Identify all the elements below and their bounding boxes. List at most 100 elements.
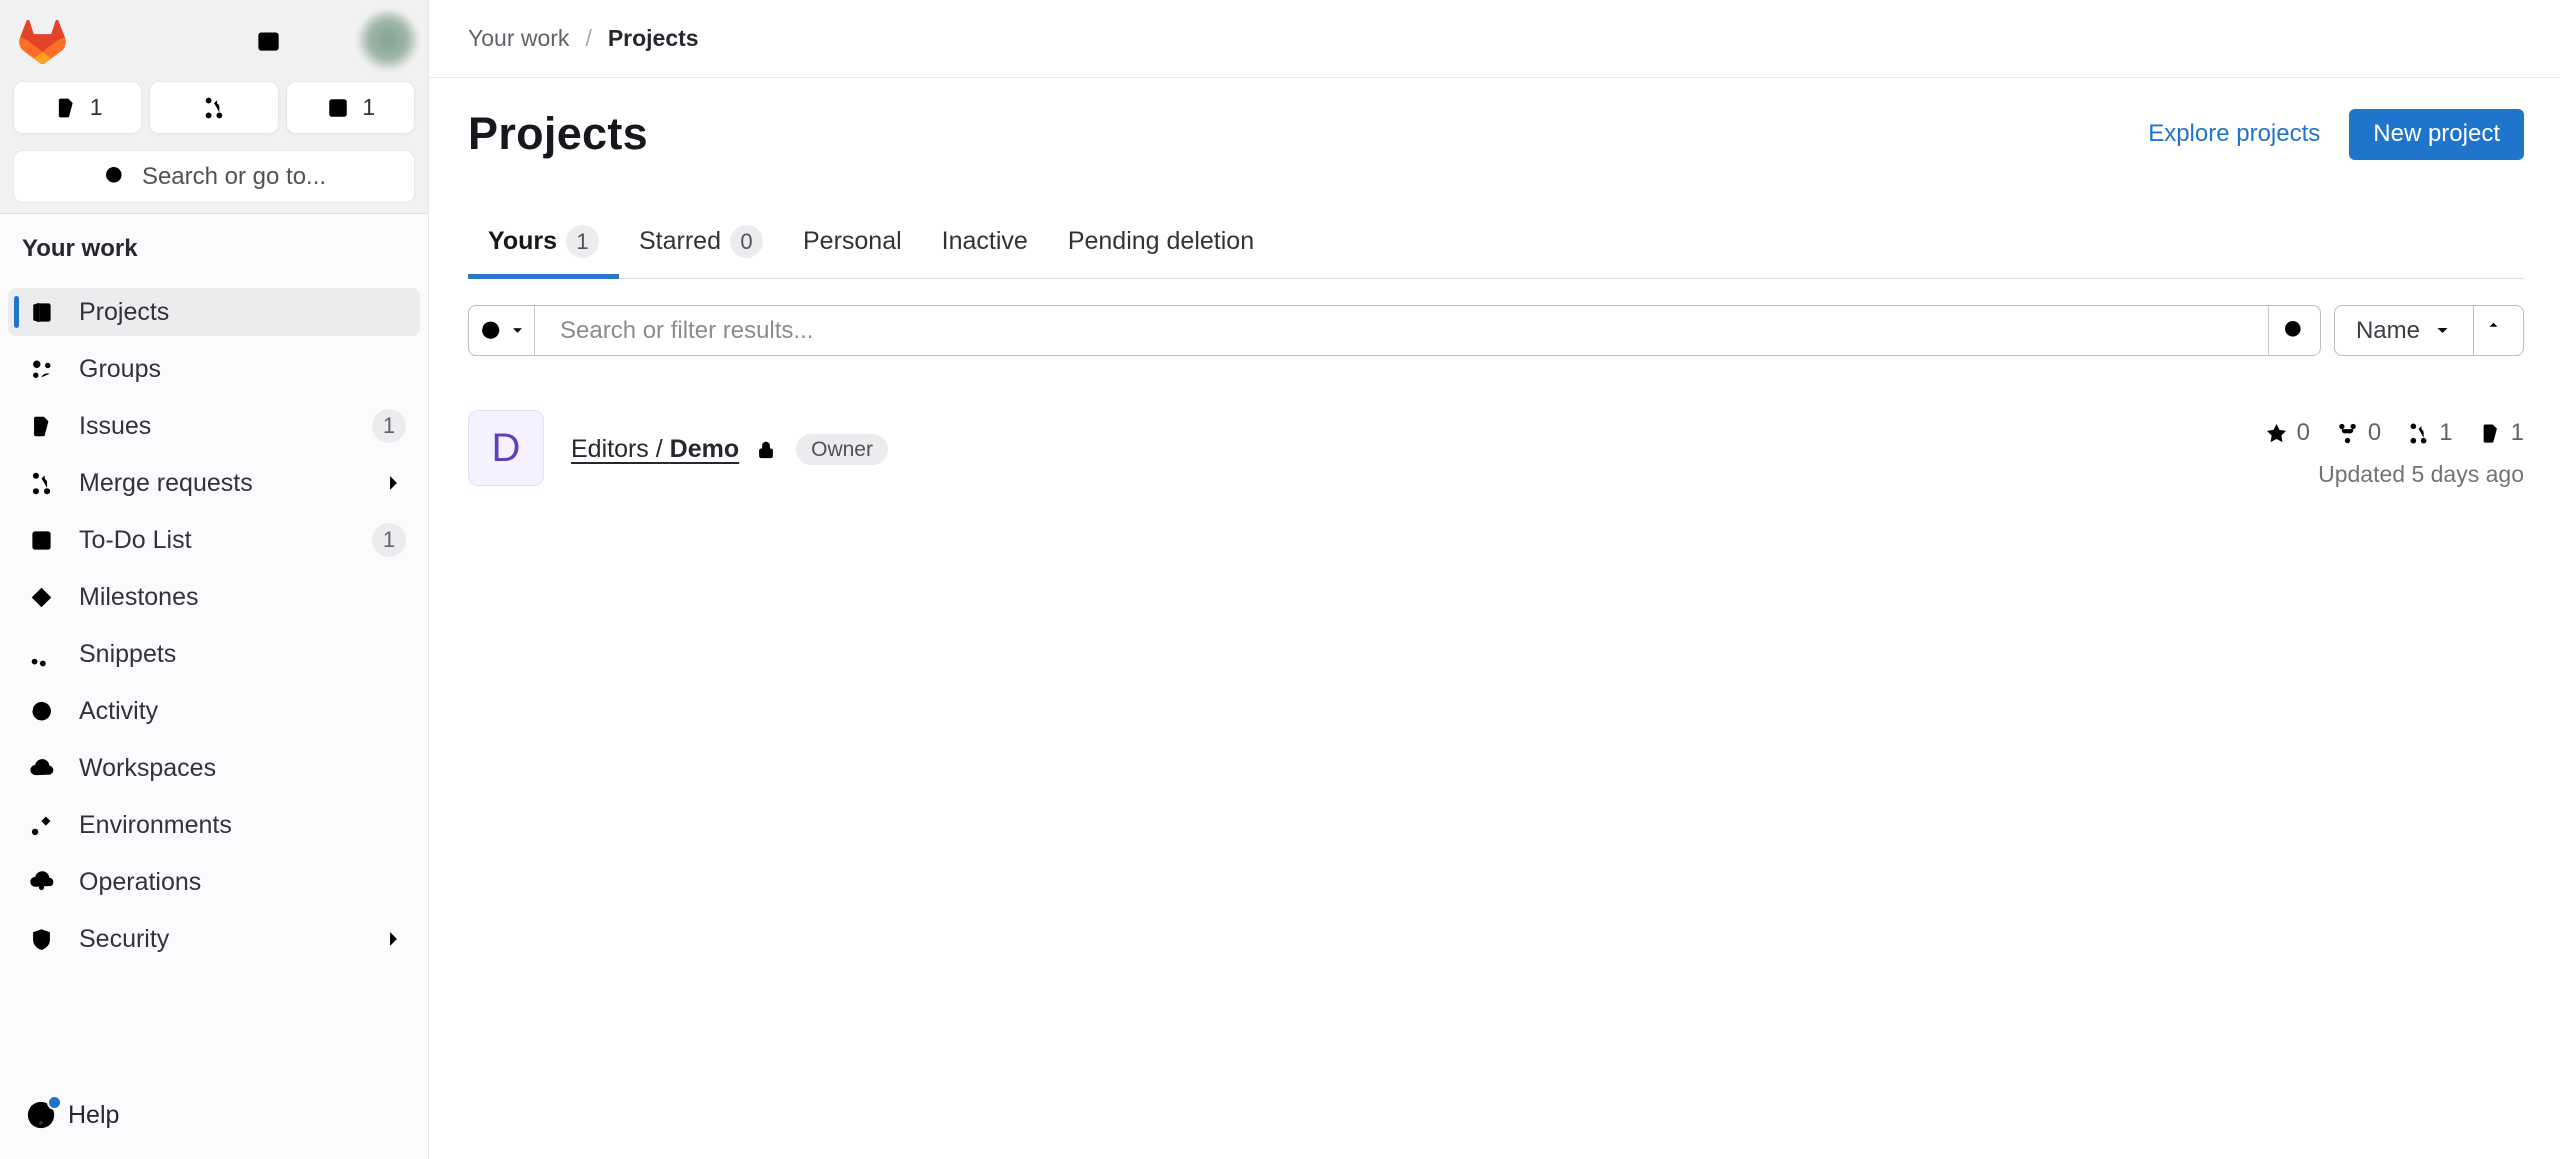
search-history-dropdown[interactable] [469, 306, 535, 355]
merge-request-icon [28, 470, 55, 497]
shield-icon [28, 926, 55, 953]
forks-stat[interactable]: 0 [2335, 419, 2381, 447]
filter-search-input[interactable] [535, 306, 2268, 355]
sidebar-item-activity[interactable]: Activity [8, 687, 420, 735]
user-avatar[interactable] [357, 10, 419, 72]
sidebar-item-label: Snippets [79, 640, 176, 669]
project-name-link[interactable]: Editors / Demo [571, 435, 739, 464]
sidebar-item-label: Activity [79, 697, 158, 726]
sidebar-item-label: Operations [79, 868, 201, 897]
help-notification-dot [47, 1095, 62, 1110]
chevron-right-icon [380, 926, 406, 952]
project-list-item: D Editors / Demo Owner 0 0 [468, 410, 2524, 488]
sidebar-item-environments[interactable]: Environments [8, 801, 420, 849]
tab-count-badge: 1 [566, 225, 599, 258]
history-icon [28, 698, 55, 725]
shortcut-counters: 1 1 [13, 81, 415, 134]
breadcrumb-current: Projects [608, 25, 699, 52]
issues-icon [53, 95, 79, 121]
issues-icon [2478, 421, 2503, 446]
role-badge: Owner [796, 434, 888, 465]
tab-pending-deletion[interactable]: Pending deletion [1048, 200, 1274, 278]
filtered-search-bar [468, 305, 2321, 356]
sidebar-body: Your work Projects Groups Issues 1 Merge… [0, 214, 428, 1159]
new-project-button[interactable]: New project [2349, 109, 2524, 160]
sidebar-section-label: Your work [0, 237, 428, 261]
create-new-button[interactable] [301, 21, 341, 61]
merge-requests-count: 1 [2439, 419, 2452, 447]
merge-request-icon [201, 95, 227, 121]
project-meta: 0 0 1 1 Updated 5 days ago [2264, 419, 2524, 488]
issues-badge: 1 [372, 409, 406, 443]
gitlab-logo-icon[interactable] [19, 19, 66, 64]
stars-stat[interactable]: 0 [2264, 419, 2310, 447]
sidebar-item-merge-requests[interactable]: Merge requests [8, 459, 420, 507]
todos-counter-button[interactable]: 1 [286, 81, 415, 134]
help-button[interactable]: Help [0, 1078, 428, 1159]
project-icon [28, 299, 55, 326]
sidebar-item-projects[interactable]: Projects [8, 288, 420, 336]
sidebar-item-snippets[interactable]: Snippets [8, 630, 420, 678]
page-title: Projects [468, 108, 648, 160]
sidebar-context-header: 1 1 Search or go to... [0, 0, 428, 214]
global-search-button[interactable]: Search or go to... [13, 150, 415, 203]
sidebar-item-todo-list[interactable]: To-Do List 1 [8, 516, 420, 564]
sidebar-item-workspaces[interactable]: Workspaces [8, 744, 420, 792]
breadcrumb-separator: / [585, 25, 591, 52]
sidebar-item-issues[interactable]: Issues 1 [8, 402, 420, 450]
todo-badge: 1 [372, 523, 406, 557]
project-title-group: Editors / Demo Owner [571, 434, 888, 465]
issues-count: 1 [2511, 419, 2524, 447]
sidebar-item-label: Projects [79, 298, 169, 327]
stars-count: 0 [2297, 419, 2310, 447]
tab-count-badge: 0 [730, 225, 763, 258]
groups-icon [28, 356, 55, 383]
sidebar-item-label: Security [79, 925, 169, 954]
sidebar-toggle-button[interactable] [248, 21, 288, 61]
help-label: Help [68, 1101, 119, 1130]
sidebar-item-operations[interactable]: Operations [8, 858, 420, 906]
issues-stat[interactable]: 1 [2478, 419, 2524, 447]
submit-search-button[interactable] [2268, 306, 2320, 355]
search-placeholder-label: Search or go to... [142, 163, 326, 191]
search-icon [2281, 317, 2308, 344]
task-done-icon [325, 95, 351, 121]
chevron-right-icon [380, 470, 406, 496]
page-content: Projects Explore projects New project Yo… [429, 102, 2560, 488]
merge-requests-counter-button[interactable] [149, 81, 278, 134]
sidebar-nav: Projects Groups Issues 1 Merge requests … [0, 288, 428, 963]
milestone-icon [28, 584, 55, 611]
sort-direction-button[interactable] [2474, 305, 2524, 356]
main-area: Your work / Projects Projects Explore pr… [429, 0, 2560, 488]
sidebar-item-label: Groups [79, 355, 161, 384]
sidebar-top-actions [248, 10, 413, 72]
history-icon [478, 318, 503, 343]
merge-requests-stat[interactable]: 1 [2406, 419, 2452, 447]
sort-by-label: Name [2356, 317, 2420, 345]
title-actions: Explore projects New project [2148, 109, 2524, 160]
breadcrumb-parent-link[interactable]: Your work [468, 25, 569, 52]
tab-personal[interactable]: Personal [783, 200, 922, 278]
sort-by-dropdown[interactable]: Name [2334, 305, 2474, 356]
sidebar-item-label: To-Do List [79, 526, 192, 555]
tab-label: Yours [488, 227, 557, 256]
issues-counter-button[interactable]: 1 [13, 81, 142, 134]
lock-icon [754, 438, 778, 462]
sidebar-item-milestones[interactable]: Milestones [8, 573, 420, 621]
sidebar-item-groups[interactable]: Groups [8, 345, 420, 393]
explore-projects-link[interactable]: Explore projects [2148, 120, 2320, 148]
sidebar-top-row [13, 12, 415, 70]
project-avatar[interactable]: D [468, 410, 544, 486]
tab-starred[interactable]: Starred 0 [619, 200, 783, 278]
sidebar-item-security[interactable]: Security [8, 915, 420, 963]
todos-count: 1 [362, 94, 375, 121]
sidebar-item-label: Issues [79, 412, 151, 441]
project-stats: 0 0 1 1 [2264, 419, 2524, 447]
project-updated-timestamp: Updated 5 days ago [2264, 461, 2524, 488]
tab-yours[interactable]: Yours 1 [468, 200, 619, 278]
tab-inactive[interactable]: Inactive [922, 200, 1048, 278]
issues-icon [28, 413, 55, 440]
sidebar-item-label: Merge requests [79, 469, 253, 498]
sort-ascending-icon [2485, 317, 2512, 344]
cloud-terminal-icon [28, 755, 55, 782]
